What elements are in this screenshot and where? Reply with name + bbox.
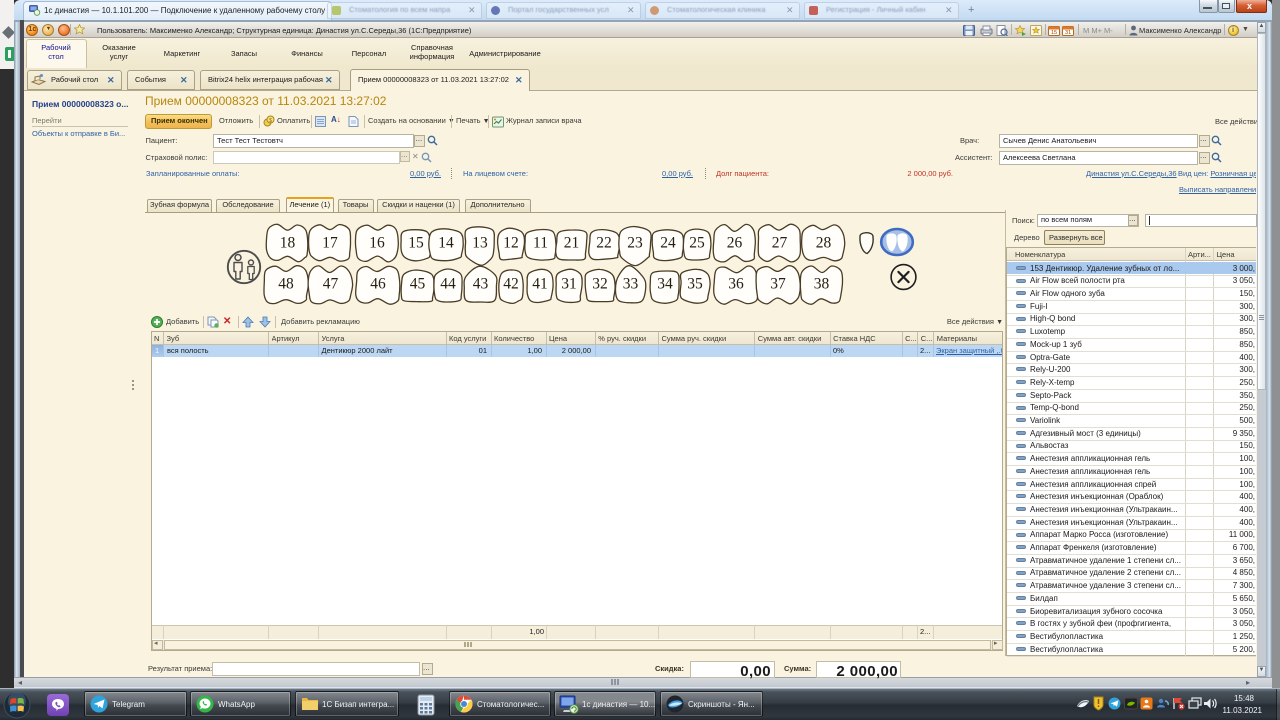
svg-text:24: 24 xyxy=(660,235,676,252)
svg-text:46: 46 xyxy=(370,276,386,293)
svg-text:23: 23 xyxy=(627,235,643,252)
svg-text:42: 42 xyxy=(503,276,519,293)
svg-text:45: 45 xyxy=(410,276,426,293)
svg-text:34: 34 xyxy=(657,276,673,293)
svg-text:25: 25 xyxy=(689,235,705,252)
svg-text:31: 31 xyxy=(1065,30,1071,36)
svg-text:32: 32 xyxy=(592,276,608,293)
svg-text:38: 38 xyxy=(814,276,830,293)
svg-text:14: 14 xyxy=(438,235,454,252)
svg-text:13: 13 xyxy=(472,235,488,252)
svg-text:43: 43 xyxy=(473,276,489,293)
svg-text:31: 31 xyxy=(561,276,577,293)
svg-text:36: 36 xyxy=(728,276,744,293)
svg-text:16: 16 xyxy=(369,235,385,252)
svg-text:22: 22 xyxy=(596,235,612,252)
svg-text:44: 44 xyxy=(440,276,456,293)
svg-text:21: 21 xyxy=(564,235,580,252)
svg-text:11: 11 xyxy=(533,235,548,252)
svg-text:28: 28 xyxy=(816,235,832,252)
svg-text:17: 17 xyxy=(322,235,338,252)
svg-text:18: 18 xyxy=(280,235,296,252)
svg-text:12: 12 xyxy=(503,235,519,252)
svg-text:41: 41 xyxy=(532,276,548,293)
svg-text:33: 33 xyxy=(623,276,639,293)
svg-text:48: 48 xyxy=(278,276,294,293)
svg-text:15: 15 xyxy=(408,235,424,252)
svg-text:35: 35 xyxy=(687,276,703,293)
svg-text:47: 47 xyxy=(323,276,339,293)
svg-text:37: 37 xyxy=(770,276,786,293)
svg-text:15: 15 xyxy=(1051,30,1057,36)
svg-text:26: 26 xyxy=(727,235,743,252)
svg-text:27: 27 xyxy=(772,235,788,252)
svg-text:$: $ xyxy=(269,118,272,124)
